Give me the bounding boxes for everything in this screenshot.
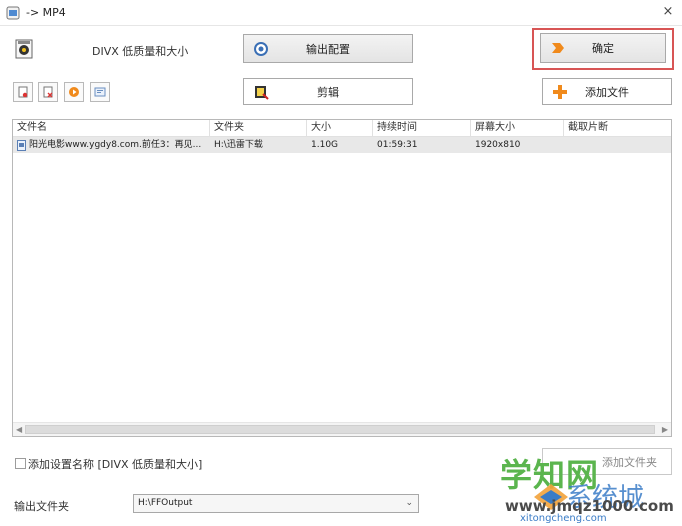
title-bar bbox=[0, 0, 682, 26]
ok-label: 确定 bbox=[592, 42, 614, 55]
close-button[interactable]: × bbox=[660, 4, 676, 20]
chevron-down-icon: ⌄ bbox=[405, 498, 413, 508]
output-folder-value: H:\FFOutput bbox=[138, 498, 193, 508]
remove-file-button[interactable] bbox=[13, 82, 33, 102]
cell-duration: 01:59:31 bbox=[377, 140, 418, 150]
media-info-button[interactable] bbox=[90, 82, 110, 102]
ok-button[interactable]: 确定 bbox=[540, 33, 666, 63]
column-header-size[interactable]: 大小 bbox=[307, 120, 373, 137]
film-clip-icon bbox=[252, 83, 270, 101]
clip-button[interactable]: 剪辑 bbox=[243, 78, 413, 105]
clear-list-button[interactable] bbox=[38, 82, 58, 102]
profile-name: DIVX 低质量和大小 bbox=[92, 45, 189, 58]
output-config-button[interactable]: 输出配置 bbox=[243, 34, 413, 63]
remove-file-icon bbox=[18, 86, 28, 98]
profile-icon bbox=[15, 39, 33, 59]
column-header-folder[interactable]: 文件夹 bbox=[210, 120, 307, 137]
add-file-label: 添加文件 bbox=[585, 85, 629, 99]
add-file-button[interactable]: 添加文件 bbox=[542, 78, 672, 105]
column-header-duration[interactable]: 持续时间 bbox=[373, 120, 471, 137]
output-folder-select[interactable]: H:\FFOutput ⌄ bbox=[133, 494, 419, 513]
scrollbar-thumb[interactable] bbox=[25, 425, 655, 434]
media-info-icon bbox=[94, 87, 106, 97]
plus-icon bbox=[551, 83, 569, 101]
add-setting-name-label: 添加设置名称 [DIVX 低质量和大小] bbox=[28, 458, 203, 471]
app-icon bbox=[6, 6, 20, 20]
output-config-label: 输出配置 bbox=[306, 42, 350, 56]
video-file-icon bbox=[17, 139, 26, 151]
watermark-url-secondary: xitongcheng.com bbox=[520, 513, 607, 524]
play-button[interactable] bbox=[64, 82, 84, 102]
horizontal-scrollbar[interactable]: ◀ ▶ bbox=[13, 422, 671, 436]
play-icon bbox=[69, 87, 79, 97]
cell-folder: H:\迅雷下载 bbox=[214, 140, 263, 150]
column-header-screen-size[interactable]: 屏幕大小 bbox=[471, 120, 564, 137]
scroll-left-icon[interactable]: ◀ bbox=[16, 425, 22, 434]
column-header-clip[interactable]: 截取片断 bbox=[564, 120, 671, 137]
cell-size: 1.10G bbox=[311, 140, 339, 150]
window-title: -> MP4 bbox=[26, 6, 66, 19]
cell-filename: 阳光电影www.ygdy8.com.前任3：再见... bbox=[13, 137, 210, 153]
cell-screen-size: 1920x810 bbox=[475, 140, 521, 150]
arrow-right-icon bbox=[549, 39, 567, 57]
file-table[interactable]: 文件名 文件夹 大小 持续时间 屏幕大小 截取片断 阳光电影www.ygdy8.… bbox=[12, 119, 672, 437]
cell-clip bbox=[564, 137, 671, 153]
table-header: 文件名 文件夹 大小 持续时间 屏幕大小 截取片断 bbox=[13, 120, 671, 137]
settings-icon bbox=[252, 40, 270, 58]
column-header-filename[interactable]: 文件名 bbox=[13, 120, 210, 137]
output-folder-label: 输出文件夹 bbox=[14, 500, 69, 513]
scroll-right-icon[interactable]: ▶ bbox=[662, 425, 668, 434]
filename-text: 阳光电影www.ygdy8.com.前任3：再见... bbox=[29, 140, 202, 150]
add-setting-name-checkbox[interactable] bbox=[15, 458, 26, 469]
clear-list-icon bbox=[43, 86, 53, 98]
table-row[interactable]: 阳光电影www.ygdy8.com.前任3：再见... H:\迅雷下载 1.10… bbox=[13, 137, 671, 153]
clip-label: 剪辑 bbox=[317, 85, 339, 99]
